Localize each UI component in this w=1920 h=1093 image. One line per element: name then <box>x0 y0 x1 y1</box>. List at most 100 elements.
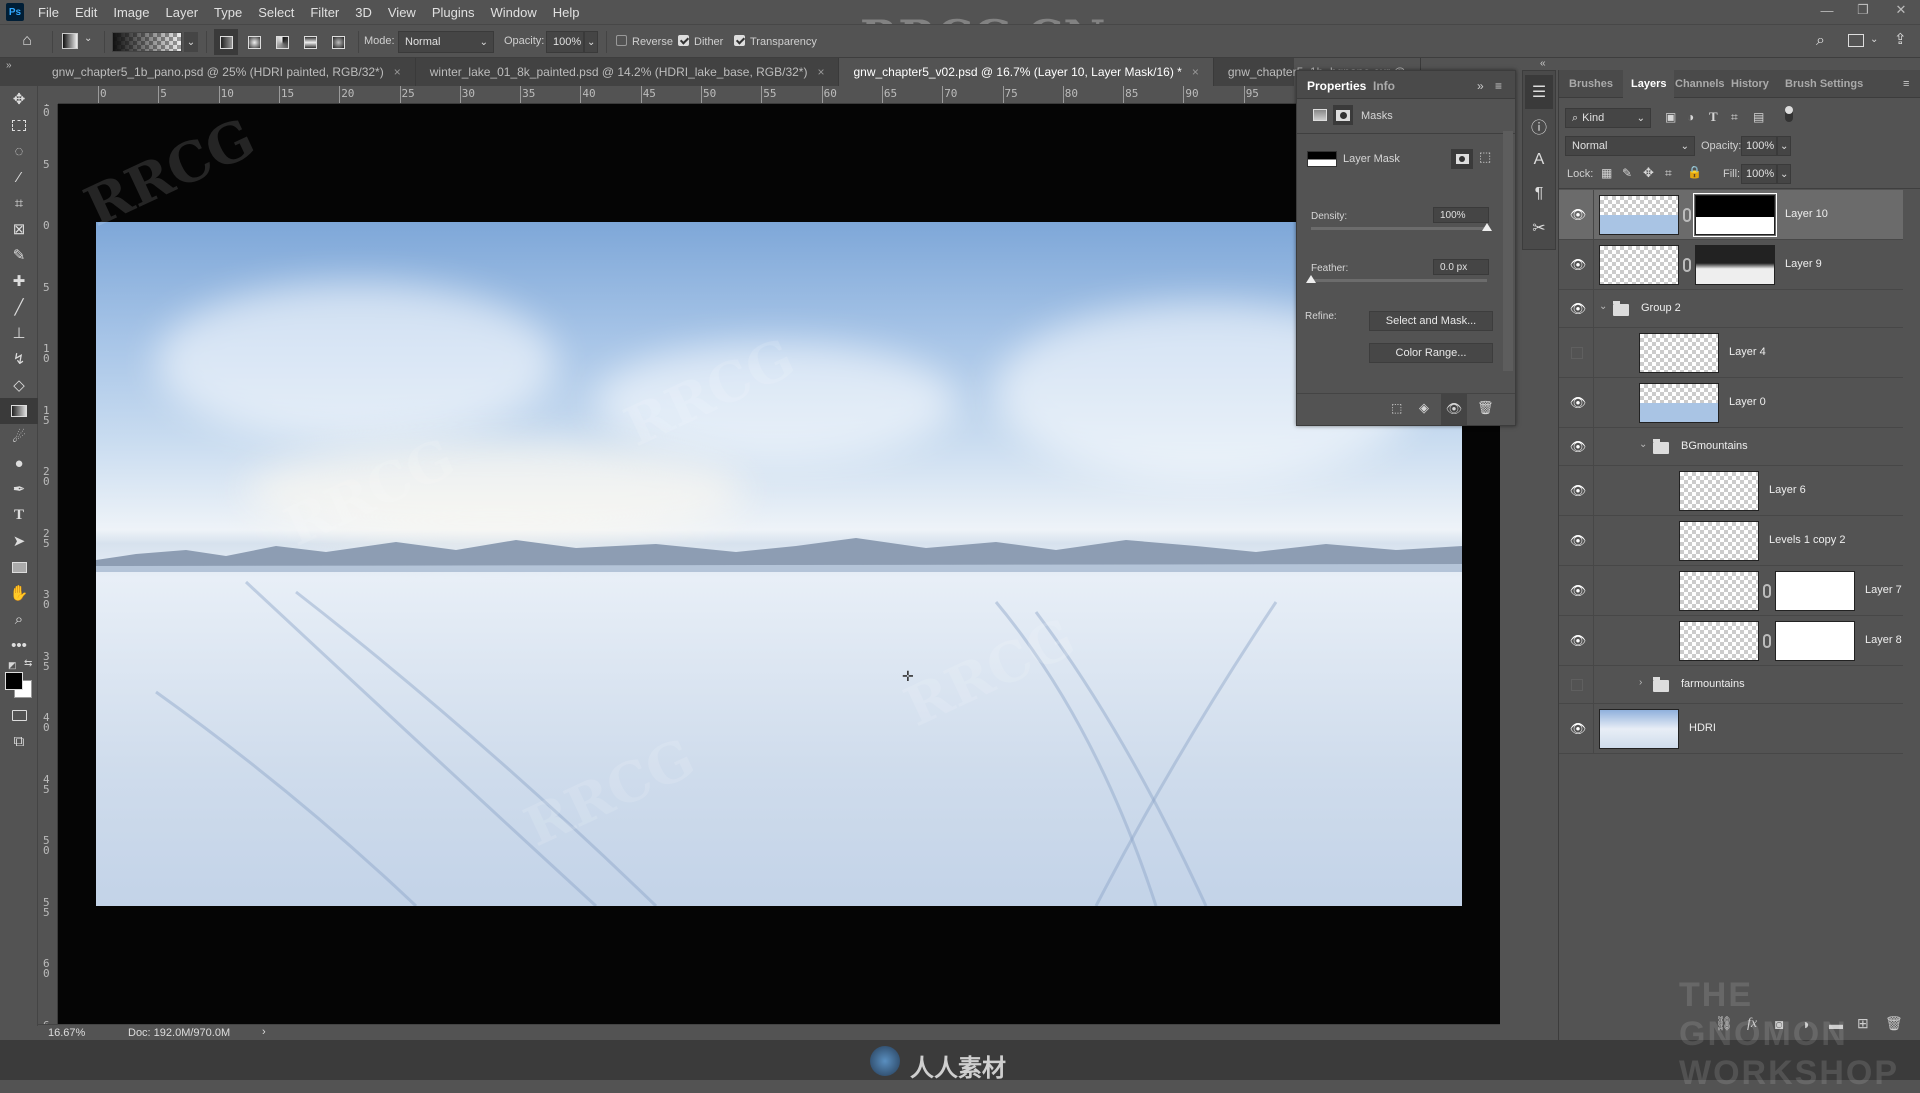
tab-brush-settings[interactable]: Brush Settings <box>1785 78 1863 90</box>
fill-dropdown-icon[interactable]: ⌄ <box>1777 164 1791 184</box>
menu-edit[interactable]: Edit <box>67 5 105 20</box>
layer-row[interactable]: 👁 Layer 7 <box>1559 566 1903 616</box>
tab-brushes[interactable]: Brushes <box>1569 78 1613 90</box>
menu-plugins[interactable]: Plugins <box>424 5 483 20</box>
menu-view[interactable]: View <box>380 5 424 20</box>
clone-stamp-tool-icon[interactable]: ⊥ <box>0 320 38 346</box>
properties-scrollbar[interactable] <box>1503 131 1513 371</box>
more-tools-icon[interactable]: ••• <box>0 632 38 658</box>
filter-shape-icon[interactable]: ⌗ <box>1731 110 1738 125</box>
tab-properties[interactable]: Properties <box>1307 79 1366 93</box>
search-icon[interactable]: ⌕ <box>1816 32 1825 50</box>
gradient-tool-icon[interactable] <box>0 398 38 424</box>
collapse-icons-icon[interactable]: « <box>1540 58 1546 69</box>
add-pixel-mask-button[interactable] <box>1451 149 1473 169</box>
gradient-picker[interactable] <box>112 32 182 52</box>
visibility-eye-icon[interactable]: 👁 <box>1570 533 1587 548</box>
tool-presets-icon[interactable]: ✂ <box>1523 211 1555 245</box>
fill-input[interactable]: 100% <box>1741 164 1777 184</box>
lasso-tool-icon[interactable]: ◌ <box>0 138 38 164</box>
character-panel-icon[interactable]: A <box>1523 143 1555 177</box>
share-icon[interactable]: ⇪ <box>1894 30 1907 48</box>
dither-checkbox[interactable]: Dither <box>678 35 723 48</box>
brush-tool-icon[interactable]: ╱ <box>0 294 38 320</box>
menu-window[interactable]: Window <box>482 5 544 20</box>
healing-brush-tool-icon[interactable]: ✚ <box>0 268 38 294</box>
opacity-dropdown-icon[interactable]: ⌄ <box>584 31 598 53</box>
collapse-panel-icon[interactable]: » <box>1477 79 1484 93</box>
tab-channels[interactable]: Channels <box>1675 78 1725 90</box>
eyedropper-tool-icon[interactable]: ✎ <box>0 242 38 268</box>
visibility-eye-icon[interactable]: 👁 <box>1570 583 1587 598</box>
feather-slider[interactable] <box>1306 275 1487 283</box>
select-and-mask-button[interactable]: Select and Mask... <box>1369 311 1493 331</box>
layer-row[interactable]: 👁 Layer 0 <box>1559 378 1903 428</box>
path-selection-tool-icon[interactable]: ➤ <box>0 528 38 554</box>
mask-link-chain-icon[interactable] <box>1763 634 1771 648</box>
add-vector-mask-icon[interactable]: ⬚ <box>1479 149 1491 165</box>
filter-pixel-icon[interactable]: ▣ <box>1665 110 1676 124</box>
layer-row[interactable]: 👁 Layer 9 <box>1559 240 1903 290</box>
close-icon[interactable]: × <box>394 65 401 79</box>
visibility-eye-icon[interactable]: 👁 <box>1570 207 1587 222</box>
menu-help[interactable]: Help <box>545 5 588 20</box>
close-icon[interactable]: × <box>817 65 824 79</box>
mode-select[interactable]: Normal ⌄ <box>398 31 494 53</box>
delete-mask-icon[interactable]: 🗑 <box>1477 400 1494 416</box>
toggle-mask-visibility-icon[interactable]: 👁 <box>1441 393 1467 425</box>
menu-filter[interactable]: Filter <box>302 5 347 20</box>
menu-image[interactable]: Image <box>105 5 157 20</box>
document-image-snow-panorama[interactable]: ✛ <box>96 222 1462 906</box>
layer-mask-thumbnail[interactable] <box>1693 193 1777 237</box>
magic-wand-tool-icon[interactable]: ⁄ <box>0 164 38 190</box>
diamond-gradient-button[interactable] <box>326 29 350 55</box>
chevron-down-icon[interactable]: ⌄ <box>84 33 92 44</box>
linear-gradient-button[interactable] <box>214 29 238 55</box>
layer-mask-thumbnail[interactable] <box>1775 571 1855 611</box>
transparency-checkbox[interactable]: Transparency <box>734 35 817 48</box>
screen-mode-icon[interactable]: ⧉ <box>0 728 38 754</box>
zoom-level[interactable]: 16.67% <box>48 1027 85 1039</box>
color-range-button[interactable]: Color Range... <box>1369 343 1493 363</box>
close-window-button[interactable]: ✕ <box>1884 0 1918 20</box>
reverse-checkbox[interactable]: Reverse <box>616 35 673 48</box>
layer-opacity-input[interactable]: 100% <box>1741 136 1777 156</box>
info-panel-icon[interactable]: ⓘ <box>1523 109 1555 143</box>
zoom-tool-icon[interactable]: ⌕ <box>0 606 38 632</box>
restore-button[interactable]: ❐ <box>1846 0 1880 20</box>
lock-transparent-pixels-icon[interactable]: ▦ <box>1601 166 1612 180</box>
close-icon[interactable]: × <box>1192 65 1199 79</box>
lock-artboard-icon[interactable]: ⌗ <box>1665 166 1672 181</box>
density-slider-thumb[interactable] <box>1482 223 1492 231</box>
layer-row[interactable]: Layer 4 <box>1559 328 1903 378</box>
home-icon[interactable]: ⌂ <box>16 31 38 51</box>
menu-3d[interactable]: 3D <box>347 5 380 20</box>
marquee-tool-icon[interactable] <box>0 112 38 138</box>
apply-mask-icon[interactable]: ◈ <box>1419 400 1429 416</box>
angle-gradient-button[interactable] <box>270 29 294 55</box>
tab-info[interactable]: Info <box>1373 79 1395 93</box>
reflected-gradient-button[interactable] <box>298 29 322 55</box>
pen-tool-icon[interactable]: ✒ <box>0 476 38 502</box>
visibility-toggle-off[interactable] <box>1571 347 1583 359</box>
tab-layers[interactable]: Layers <box>1623 70 1675 98</box>
visibility-eye-icon[interactable]: 👁 <box>1570 439 1587 454</box>
collapse-group-chevron-icon[interactable]: ⌄ <box>1599 301 1607 312</box>
paragraph-panel-icon[interactable]: ¶ <box>1523 177 1555 211</box>
menu-file[interactable]: File <box>30 5 67 20</box>
workspace-icon[interactable] <box>1848 34 1864 47</box>
visibility-eye-icon[interactable]: 👁 <box>1570 395 1587 410</box>
layer-opacity-dropdown-icon[interactable]: ⌄ <box>1777 136 1791 156</box>
filter-kind-select[interactable]: ⌕ Kind ⌄ <box>1565 108 1651 128</box>
foreground-color-swatch[interactable] <box>5 672 23 690</box>
load-selection-from-mask-icon[interactable]: ⬚ <box>1391 401 1402 415</box>
tab-gnw-chapter5-1b-pano[interactable]: gnw_chapter5_1b_pano.psd @ 25% (HDRI pai… <box>38 58 416 86</box>
rectangle-tool-icon[interactable] <box>0 554 38 580</box>
type-tool-icon[interactable]: T <box>0 502 38 528</box>
visibility-eye-icon[interactable]: 👁 <box>1570 301 1587 316</box>
visibility-toggle-off[interactable] <box>1571 679 1583 691</box>
eraser-tool-icon[interactable]: ◇ <box>0 372 38 398</box>
menu-layer[interactable]: Layer <box>158 5 207 20</box>
visibility-eye-icon[interactable]: 👁 <box>1570 257 1587 272</box>
swap-colors-icon[interactable]: ⇆ <box>24 658 32 669</box>
